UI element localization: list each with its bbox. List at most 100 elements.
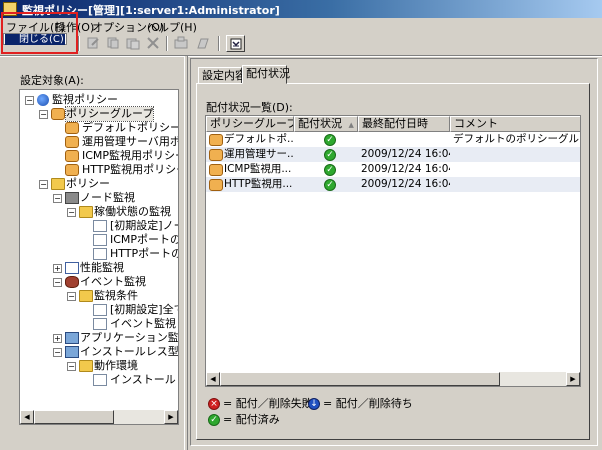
legend-wait: ↓ = 配付／削除待ち [308, 397, 418, 411]
column-header-group-name[interactable]: ポリシーグループ名 [206, 116, 294, 132]
scroll-thumb[interactable] [34, 410, 114, 424]
tree-node-icmp-group[interactable]: ICMP監視用ポリシーグル [20, 149, 178, 163]
tree-node-installless[interactable]: − インストールレス型エー [20, 345, 178, 359]
tree-node-default-group[interactable]: デフォルトポリシーグル [20, 121, 178, 135]
view-icon[interactable] [226, 35, 245, 52]
column-header-status[interactable]: 配付状況 ▲ [294, 116, 358, 132]
target-label: 設定対象(A): [20, 74, 84, 87]
tree-node-icmp-port[interactable]: ICMPポートの監視 [20, 233, 178, 247]
expand-icon[interactable]: + [53, 334, 62, 343]
document-icon [93, 248, 107, 260]
policy-tree[interactable]: − 監視ポリシー − ポリシーグループ デフォルトポリシーグル 運用管理サーバ用… [19, 89, 179, 425]
paste-icon[interactable] [124, 35, 143, 52]
document-icon [93, 318, 107, 330]
agent-icon [65, 346, 79, 358]
folder-icon [79, 290, 93, 302]
folder-icon [51, 178, 65, 190]
copy-icon[interactable] [104, 35, 123, 52]
tree-node-monitor-condition[interactable]: − 監視条件 [20, 289, 178, 303]
sort-asc-icon: ▲ [348, 121, 354, 129]
document-icon [93, 234, 107, 246]
scroll-right-icon[interactable]: ▶ [566, 372, 580, 386]
check-icon: ✓ [324, 149, 336, 161]
document-icon [93, 304, 107, 316]
tab-distribution-status[interactable]: 配付状況 [242, 65, 290, 84]
table-row[interactable]: デフォルトポ... ✓ デフォルトのポリシーグループ [206, 132, 580, 147]
tree-node-mgmt-server-group[interactable]: 運用管理サーバ用ポリシ [20, 135, 178, 149]
event-icon [65, 276, 79, 288]
expand-icon[interactable]: + [53, 264, 62, 273]
tab-settings[interactable]: 設定内容 [198, 67, 246, 84]
toolbar-separator [166, 36, 168, 51]
application-icon [65, 332, 79, 344]
tree-node-http-group[interactable]: HTTP監視用ポリシーグル [20, 163, 178, 177]
pending-icon: ↓ [308, 398, 320, 410]
delete-icon[interactable] [144, 35, 163, 52]
scroll-left-icon[interactable]: ◀ [206, 372, 220, 386]
tree-node-performance[interactable]: + 性能監視 [20, 261, 178, 275]
document-icon [93, 374, 107, 386]
distribution-list-label: 配付状況一覧(D): [206, 101, 293, 114]
collapse-icon[interactable]: − [67, 208, 76, 217]
highlight-box [1, 12, 78, 54]
tree-node-status-monitor[interactable]: − 稼働状態の監視 [20, 205, 178, 219]
scroll-thumb[interactable] [220, 372, 500, 386]
policy-group-icon [209, 164, 223, 176]
error-icon: × [208, 398, 220, 410]
title-bar: 監視ポリシー[管理][1:server1:Administrator] [0, 0, 602, 18]
tree-node-node-monitor[interactable]: − ノード監視 [20, 191, 178, 205]
tree-hscrollbar[interactable]: ◀ ▶ [20, 410, 178, 424]
tree-node-environment[interactable]: − 動作環境 [20, 359, 178, 373]
collapse-icon[interactable]: − [53, 278, 62, 287]
collapse-icon[interactable]: − [39, 180, 48, 189]
tree-node-event-monitor-item[interactable]: イベント監視 [20, 317, 178, 331]
tree-node-app-monitor[interactable]: + アプリケーション監視 [20, 331, 178, 345]
table-row[interactable]: ICMP監視用... ✓ 2009/12/24 16:04:44 [206, 162, 580, 177]
edit-icon[interactable] [84, 35, 103, 52]
chart-icon [65, 262, 79, 274]
check-icon: ✓ [208, 414, 220, 426]
document-icon [93, 220, 107, 232]
distribute-group-icon[interactable] [194, 35, 213, 52]
policy-group-icon [209, 179, 223, 191]
collapse-icon[interactable]: − [53, 348, 62, 357]
tree-node-initial-node[interactable]: [初期設定]ノー [20, 219, 178, 233]
table-row[interactable]: HTTP監視用... ✓ 2009/12/24 16:04:44 [206, 177, 580, 192]
tree-node-event-monitor[interactable]: − イベント監視 [20, 275, 178, 289]
column-header-last-date[interactable]: 最終配付日時 [358, 116, 450, 132]
legend-done: ✓ = 配付済み [208, 413, 308, 427]
collapse-icon[interactable]: − [67, 292, 76, 301]
toolbar-divider [0, 55, 602, 57]
policy-root-icon [37, 94, 49, 106]
toolbar-separator [78, 36, 80, 51]
policy-group-icon [51, 108, 65, 120]
folder-icon [79, 360, 93, 372]
tree-node-policy-group[interactable]: − ポリシーグループ [20, 106, 178, 122]
pane-splitter[interactable] [184, 56, 188, 450]
table-row[interactable]: 運用管理サー... ✓ 2009/12/24 16:04:44 [206, 147, 580, 162]
tree-node-policy[interactable]: − ポリシー [20, 177, 178, 191]
collapse-icon[interactable]: − [53, 194, 62, 203]
toolbar [0, 34, 602, 54]
menu-help[interactable]: ヘルプ(H) [147, 19, 197, 35]
policy-group-icon [209, 134, 223, 146]
collapse-icon[interactable]: − [67, 362, 76, 371]
scroll-left-icon[interactable]: ◀ [20, 410, 34, 424]
toolbar-separator [218, 36, 220, 51]
distribution-list[interactable]: ポリシーグループ名 配付状況 ▲ 最終配付日時 コメント デフォルトポ... ✓… [205, 115, 581, 387]
collapse-icon[interactable]: − [25, 96, 34, 105]
distribute-icon[interactable] [172, 35, 191, 52]
menu-bar: ファイル(F) 操作(O) オプション(O) ヘルプ(H) [0, 18, 602, 34]
tree-node-installless-item[interactable]: インストールレ [20, 373, 178, 387]
scroll-right-icon[interactable]: ▶ [164, 410, 178, 424]
tree-node-root[interactable]: − 監視ポリシー [20, 93, 178, 107]
policy-group-icon [65, 136, 79, 148]
list-hscrollbar[interactable]: ◀ ▶ [206, 372, 580, 386]
column-header-comment[interactable]: コメント [450, 116, 580, 132]
tree-node-http-port[interactable]: HTTPポートの監視 [20, 247, 178, 261]
policy-group-icon [65, 150, 79, 162]
tree-node-initial-all[interactable]: [初期設定]全て( [20, 303, 178, 317]
policy-group-icon [65, 122, 79, 134]
check-icon: ✓ [324, 134, 336, 146]
collapse-icon[interactable]: − [39, 110, 48, 119]
